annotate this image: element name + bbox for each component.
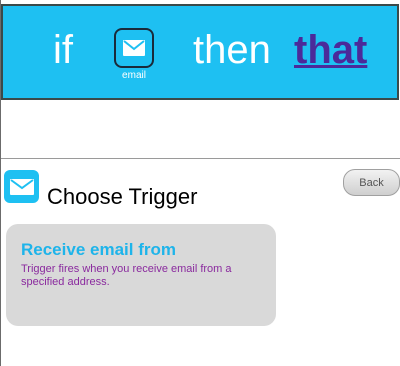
trigger-option-receive-email[interactable]: Receive email from Trigger fires when yo… — [6, 224, 276, 326]
trigger-channel-icon — [4, 170, 39, 203]
page-title: Choose Trigger — [47, 184, 198, 209]
email-channel-button[interactable] — [114, 28, 154, 68]
trigger-option-description: Trigger fires when you receive email fro… — [21, 263, 232, 288]
channel-label: email — [122, 70, 146, 81]
page: if email then that Choose Trigger Back R… — [0, 0, 400, 366]
trigger-option-title: Receive email from — [21, 240, 176, 259]
that-link[interactable]: that — [294, 26, 367, 74]
envelope-icon — [123, 40, 145, 56]
section-divider — [1, 158, 400, 159]
if-label: if — [53, 28, 73, 72]
recipe-banner: if email then that — [1, 4, 399, 100]
then-label: then — [193, 28, 271, 72]
back-button[interactable]: Back — [343, 169, 400, 196]
envelope-icon — [9, 178, 34, 195]
